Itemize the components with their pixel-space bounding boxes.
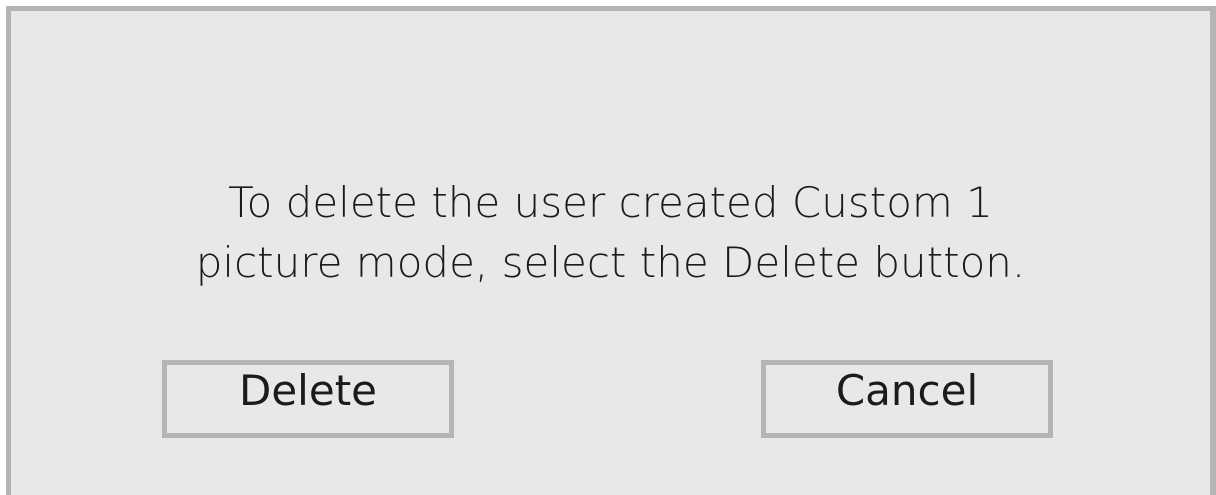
cancel-button[interactable]: Cancel: [761, 360, 1053, 438]
delete-confirm-dialog: To delete the user created Custom 1 pict…: [6, 6, 1216, 495]
dialog-message: To delete the user created Custom 1 pict…: [11, 173, 1210, 293]
dialog-message-line-1: To delete the user created Custom 1: [228, 178, 993, 227]
delete-button[interactable]: Delete: [162, 360, 454, 438]
dialog-message-line-2: picture mode, select the Delete button.: [195, 238, 1026, 287]
